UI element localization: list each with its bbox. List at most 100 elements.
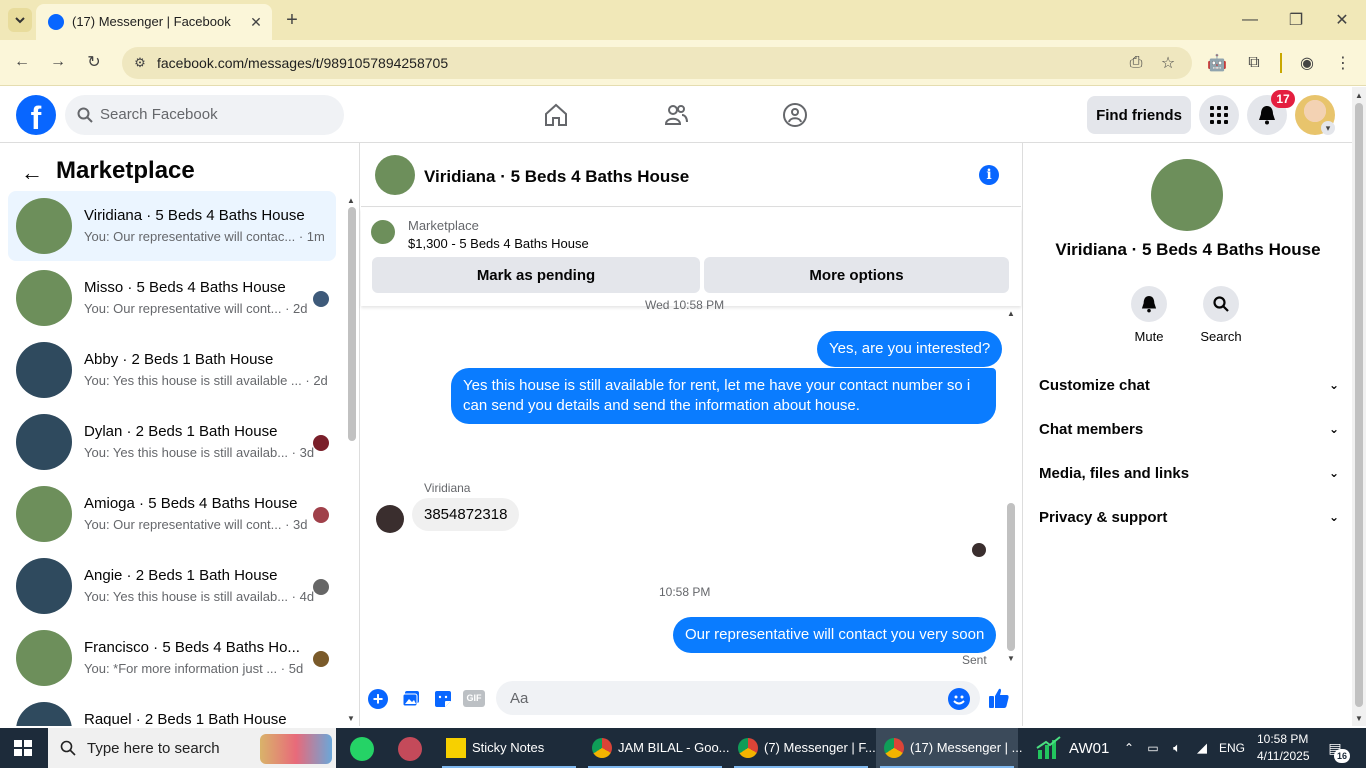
sidebar-scrollbar[interactable] xyxy=(348,207,356,441)
info-icon[interactable]: i xyxy=(979,165,999,185)
page-scroll-up-icon[interactable]: ▲ xyxy=(1354,90,1364,100)
chat-title[interactable]: Viridiana · 5 Beds 4 Baths House xyxy=(424,167,689,187)
conversation-item[interactable]: Viridiana · 5 Beds 4 Baths House You: Ou… xyxy=(8,191,336,261)
gif-button[interactable]: GIF xyxy=(463,690,485,707)
extension-robot-icon[interactable]: 🤖 xyxy=(1206,52,1228,74)
outgoing-message[interactable]: Yes, are you interested? xyxy=(817,331,1003,367)
page-scroll-down-icon[interactable]: ▼ xyxy=(1354,713,1364,723)
friends-icon[interactable] xyxy=(660,100,692,130)
taskbar-search-box[interactable]: Type here to search xyxy=(48,728,336,768)
listing-thumbnail xyxy=(16,486,72,542)
chat-scroll-down-icon[interactable]: ▼ xyxy=(1006,653,1016,663)
stocks-chart-icon[interactable] xyxy=(1036,736,1062,760)
site-info-icon[interactable]: ⚙ xyxy=(130,53,150,73)
listing-price-title[interactable]: $1,300 - 5 Beds 4 Baths House xyxy=(408,236,589,251)
back-arrow-icon[interactable]: ← xyxy=(18,159,46,187)
volume-icon[interactable]: 🔈︎ xyxy=(1167,738,1187,758)
media-files-section[interactable]: Media, files and links ⌄ xyxy=(1039,458,1339,488)
extensions-puzzle-icon[interactable]: ⧉ xyxy=(1243,52,1265,74)
conversation-snippet: You: *For more information just ... · 5d xyxy=(84,661,304,676)
forward-icon[interactable]: → xyxy=(46,50,70,74)
outgoing-message[interactable]: Our representative will contact you very… xyxy=(673,617,997,653)
windows-start-icon[interactable] xyxy=(14,740,32,756)
address-bar[interactable]: ⚙ facebook.com/messages/t/98910578942587… xyxy=(122,47,1192,79)
facebook-logo-icon[interactable]: f xyxy=(16,95,56,135)
minimize-icon[interactable]: — xyxy=(1238,8,1262,32)
url-text: facebook.com/messages/t/9891057894258705 xyxy=(157,55,449,71)
chevron-down-icon: ⌄ xyxy=(1328,378,1339,392)
groups-icon[interactable] xyxy=(779,100,811,130)
details-name: Viridiana · 5 Beds 4 Baths House xyxy=(1055,240,1321,259)
scroll-up-arrow-icon[interactable]: ▲ xyxy=(346,195,356,205)
tab-search-icon[interactable] xyxy=(8,8,32,32)
sender-avatar[interactable] xyxy=(376,505,404,533)
clock-date[interactable]: 4/11/2025 xyxy=(1257,749,1310,763)
snipping-tool-icon[interactable] xyxy=(398,737,422,761)
menu-grid-icon[interactable] xyxy=(1199,95,1239,135)
conversation-item[interactable]: Raquel · 2 Beds 1 Bath House xyxy=(8,695,336,726)
emoji-icon[interactable] xyxy=(948,688,970,710)
taskbar-app-sticky-notes[interactable]: Sticky Notes xyxy=(438,728,580,768)
bookmark-star-icon[interactable]: ☆ xyxy=(1158,53,1178,73)
widget-label[interactable]: AW01 xyxy=(1069,740,1109,757)
page-scrollbar[interactable] xyxy=(1355,103,1363,707)
listing-thumbnail xyxy=(16,414,72,470)
privacy-support-section[interactable]: Privacy & support ⌄ xyxy=(1039,502,1339,532)
like-thumb-icon[interactable] xyxy=(987,686,1011,710)
facebook-search-input[interactable]: Search Facebook xyxy=(65,95,344,135)
conversation-item[interactable]: Amioga · 5 Beds 4 Baths House You: Our r… xyxy=(8,479,336,549)
home-icon[interactable] xyxy=(540,100,572,130)
new-tab-icon[interactable]: + xyxy=(280,8,304,32)
more-options-button[interactable]: More options xyxy=(704,257,1009,293)
reload-icon[interactable]: ↻ xyxy=(82,50,106,74)
photo-icon[interactable] xyxy=(400,688,422,710)
conversation-snippet: You: Our representative will contac... ·… xyxy=(84,229,325,244)
install-app-icon[interactable]: ⎙ xyxy=(1126,53,1146,73)
sticker-icon[interactable] xyxy=(432,688,454,710)
find-friends-button[interactable]: Find friends xyxy=(1087,96,1191,134)
back-icon[interactable]: ← xyxy=(10,50,34,74)
taskbar-app-chrome-1[interactable]: JAM BILAL - Goo... xyxy=(584,728,730,768)
conversation-name: Raquel · 2 Beds 1 Bath House xyxy=(84,711,287,726)
search-in-chat-icon[interactable] xyxy=(1203,286,1239,322)
incoming-message[interactable]: 3854872318 xyxy=(412,498,520,531)
maximize-icon[interactable]: ❐ xyxy=(1284,8,1308,32)
conversation-item[interactable]: Misso · 5 Beds 4 Baths House You: Our re… xyxy=(8,263,336,333)
chat-avatar[interactable] xyxy=(375,155,415,195)
search-placeholder: Search Facebook xyxy=(100,106,218,123)
menu-dots-icon[interactable]: ⋮ xyxy=(1332,52,1354,74)
chat-scroll-up-icon[interactable]: ▲ xyxy=(1006,308,1016,318)
clock-time[interactable]: 10:58 PM xyxy=(1257,732,1308,746)
outgoing-message[interactable]: Yes this house is still available for re… xyxy=(451,368,996,424)
conversation-item[interactable]: Francisco · 5 Beds 4 Baths Ho... You: *F… xyxy=(8,623,336,693)
close-window-icon[interactable]: ✕ xyxy=(1330,8,1354,32)
close-tab-icon[interactable]: ✕ xyxy=(246,12,266,32)
conversation-item[interactable]: Angie · 2 Beds 1 Bath House You: Yes thi… xyxy=(8,551,336,621)
details-avatar[interactable] xyxy=(1151,159,1223,231)
sender-name: Viridiana xyxy=(424,481,471,495)
whatsapp-icon[interactable] xyxy=(350,737,374,761)
account-chevron-icon[interactable]: ▾ xyxy=(1321,121,1335,135)
scroll-down-arrow-icon[interactable]: ▼ xyxy=(346,713,356,723)
chevron-down-icon: ⌄ xyxy=(1328,510,1339,524)
taskbar-app-chrome-3[interactable]: (17) Messenger | ... xyxy=(876,728,1022,768)
tab-title: (17) Messenger | Facebook xyxy=(72,14,231,29)
conversation-item[interactable]: Abby · 2 Beds 1 Bath House You: Yes this… xyxy=(8,335,336,405)
mute-bell-icon[interactable] xyxy=(1131,286,1167,322)
mark-as-pending-button[interactable]: Mark as pending xyxy=(372,257,700,293)
profile-icon[interactable]: ◉ xyxy=(1296,52,1318,74)
chrome-icon xyxy=(592,738,612,758)
browser-tab-active[interactable]: (17) Messenger | Facebook ✕ xyxy=(36,4,272,40)
chat-scrollbar[interactable] xyxy=(1007,503,1015,651)
chat-members-section[interactable]: Chat members ⌄ xyxy=(1039,414,1339,444)
chat-header: Viridiana · 5 Beds 4 Baths House i xyxy=(361,143,1021,207)
network-icon[interactable]: ◢ xyxy=(1192,738,1212,758)
tray-chevron-up-icon[interactable]: ⌃ xyxy=(1120,738,1138,758)
add-icon[interactable]: + xyxy=(368,689,388,709)
customize-chat-section[interactable]: Customize chat ⌄ xyxy=(1039,370,1339,400)
message-input[interactable]: Aa xyxy=(496,681,980,715)
taskbar-app-chrome-2[interactable]: (7) Messenger | F... xyxy=(730,728,876,768)
language-indicator[interactable]: ENG xyxy=(1219,741,1245,755)
battery-icon[interactable]: ▭ xyxy=(1143,738,1163,758)
conversation-item[interactable]: Dylan · 2 Beds 1 Bath House You: Yes thi… xyxy=(8,407,336,477)
